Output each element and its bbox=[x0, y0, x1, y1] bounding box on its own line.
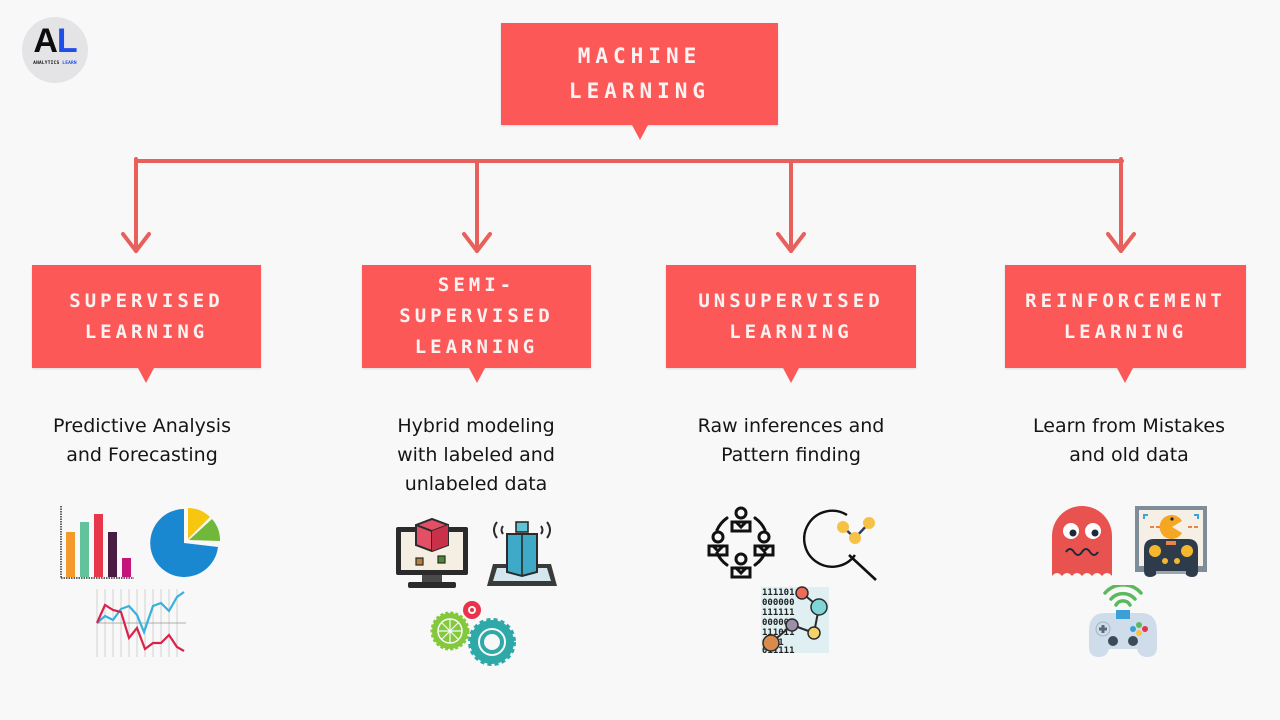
category-title-reinforcement: REINFORCEMENT LEARNING bbox=[1025, 289, 1226, 343]
ghost-icon bbox=[1052, 506, 1112, 576]
category-box-unsupervised: UNSUPERVISED LEARNING bbox=[666, 265, 916, 383]
bar-chart-icon bbox=[60, 506, 134, 579]
category-title-supervised: SUPERVISED LEARNING bbox=[69, 289, 224, 343]
category-box-supervised: SUPERVISED LEARNING bbox=[32, 265, 261, 383]
category-box-reinforcement: REINFORCEMENT LEARNING bbox=[1005, 265, 1246, 383]
root-box-pointer bbox=[632, 125, 648, 140]
category-box-pointer bbox=[469, 368, 485, 383]
root-title: MACHINE LEARNING bbox=[568, 44, 711, 103]
green-gear bbox=[430, 611, 470, 651]
arcade-screen-controller-icon bbox=[1135, 506, 1207, 577]
machine-learning-root-box: MACHINE LEARNING bbox=[501, 23, 778, 140]
category-box-semi-supervised: SEMI- SUPERVISED LEARNING bbox=[362, 265, 591, 383]
category-box-pointer bbox=[1117, 368, 1133, 383]
magnify-graph-icon bbox=[803, 509, 877, 581]
wireless-gamepad-icon bbox=[1089, 585, 1157, 657]
description-semi-supervised: Hybrid modeling with labeled and unlabel… bbox=[397, 415, 555, 495]
people-network-icon bbox=[707, 506, 775, 579]
category-title-unsupervised: UNSUPERVISED LEARNING bbox=[698, 289, 884, 343]
category-box-pointer bbox=[783, 368, 799, 383]
hologram-building-icon bbox=[487, 521, 557, 586]
monitor-3d-cube-icon bbox=[396, 517, 468, 588]
category-box-pointer bbox=[138, 368, 154, 383]
line-chart-icon bbox=[95, 589, 186, 657]
category-title-semi-supervised: SEMI- SUPERVISED LEARNING bbox=[399, 274, 554, 358]
description-reinforcement: Learn from Mistakes and old data bbox=[1033, 415, 1225, 466]
binary-data-cluster-icon: 1111010000001111110000001110110001011111 bbox=[761, 586, 829, 655]
small-red-gear bbox=[463, 601, 481, 619]
teal-gear bbox=[468, 618, 516, 666]
svg-text:111111: 111111 bbox=[762, 608, 795, 618]
description-unsupervised: Raw inferences and Pattern finding bbox=[697, 415, 885, 466]
description-supervised: Predictive Analysis and Forecasting bbox=[53, 415, 231, 466]
gears-icon bbox=[430, 601, 516, 666]
svg-text:000000: 000000 bbox=[762, 598, 795, 608]
svg-text:111101: 111101 bbox=[762, 588, 795, 598]
pie-chart-icon bbox=[150, 508, 221, 577]
